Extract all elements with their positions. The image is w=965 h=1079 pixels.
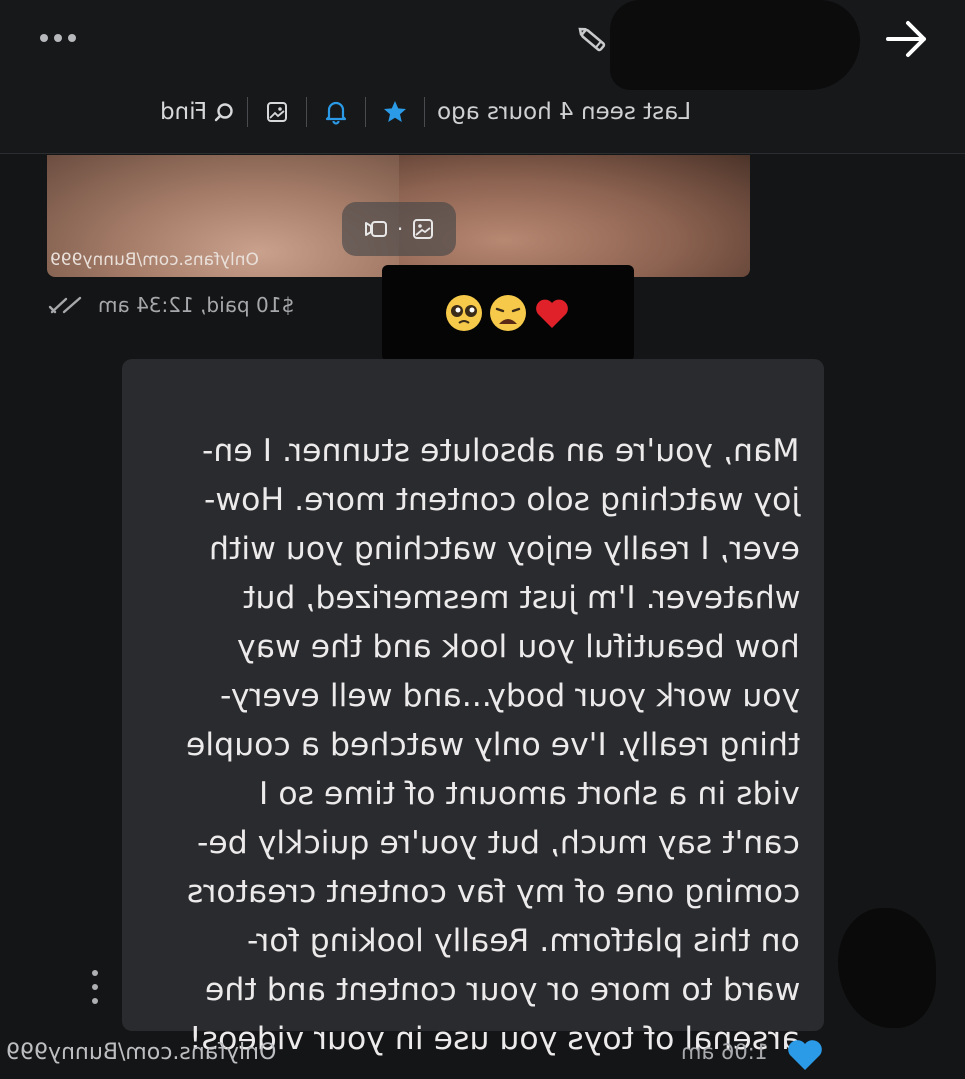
avatar[interactable] <box>838 908 936 1028</box>
last-seen-status: Last seen 4 hours ago <box>437 99 692 125</box>
divider <box>424 97 426 127</box>
message-line: you work your body...and well every- <box>219 678 800 714</box>
pleading-face-icon <box>446 295 482 331</box>
message-line: ever, I really enjoy watching you with <box>209 531 800 567</box>
separator-dot: · <box>396 217 404 241</box>
chat-header: Find Last seen 4 hours ago <box>0 0 965 154</box>
message-line: coming one of my fav content creators <box>186 874 800 910</box>
message-line: how beautiful you look and the way <box>237 629 800 665</box>
redacted-username <box>610 0 860 90</box>
message-line: whatever. I'm just mesmerized, but <box>242 580 801 616</box>
message-line: on this platform. Really looking for- <box>247 923 800 959</box>
kebab-icon <box>92 970 98 976</box>
more-options-button[interactable] <box>40 28 82 48</box>
edit-icon[interactable] <box>573 22 613 58</box>
media-count-pill: · <box>342 202 456 256</box>
paid-time-label: $10 paid, 12:34 am <box>98 293 295 317</box>
message-text: Man, you're an absolute stunner. I en- j… <box>160 378 800 1064</box>
favorite-button[interactable] <box>378 95 412 129</box>
photo-icon <box>413 219 434 239</box>
message-line: joy watching solo content more. How- <box>203 482 800 518</box>
message-line: thing really. I've only watched a couple <box>185 727 800 763</box>
message-line: ward to more or your content and the <box>204 972 800 1008</box>
weary-face-icon <box>490 295 526 331</box>
media-icon <box>267 102 288 122</box>
bell-icon <box>326 101 347 125</box>
search-icon <box>214 103 233 122</box>
find-button[interactable]: Find <box>160 99 235 125</box>
reaction-emojis <box>382 265 634 361</box>
red-heart-icon <box>536 299 568 328</box>
video-icon <box>364 221 387 237</box>
message-line: vids in a short amount of time so I <box>259 776 800 812</box>
message-options-button[interactable] <box>88 970 102 1004</box>
message-line: Man, you're an absolute stunner. I en- <box>202 433 800 469</box>
media-watermark: Onlyfans.com/Bunny999 <box>50 250 259 270</box>
message-line: can't say much, but you're quickly be- <box>197 825 800 861</box>
message-time: 1:06 am <box>681 1040 769 1064</box>
media-meta: $10 paid, 12:34 am <box>48 293 294 317</box>
back-arrow-icon[interactable] <box>882 16 932 62</box>
notifications-button[interactable] <box>319 95 353 129</box>
star-icon <box>384 101 407 122</box>
divider <box>306 97 308 127</box>
more-icon <box>40 34 48 42</box>
like-heart-icon[interactable] <box>785 1036 825 1072</box>
media-gallery-button[interactable] <box>260 95 294 129</box>
double-check-icon <box>48 296 82 314</box>
divider <box>247 97 249 127</box>
chat-toolbar: Find Last seen 4 hours ago <box>160 92 691 132</box>
divider <box>365 97 367 127</box>
page-watermark: Onlyfans.com/Bunny999 <box>6 1040 277 1065</box>
find-label: Find <box>160 99 208 125</box>
